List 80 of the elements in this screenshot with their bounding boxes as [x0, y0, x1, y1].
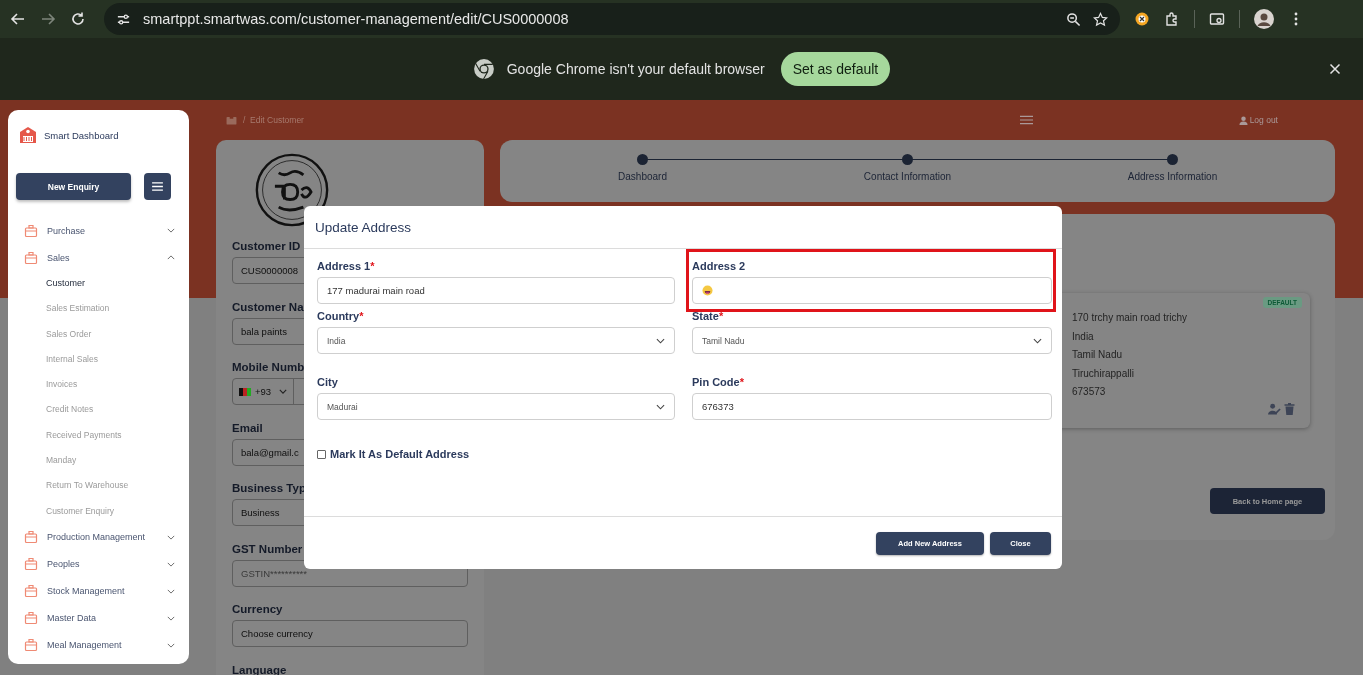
step-dot: [902, 154, 913, 165]
nav-item[interactable]: Sales: [16, 244, 181, 271]
menu-button[interactable]: [144, 173, 171, 200]
dialog-title: Update Address: [315, 219, 412, 235]
reload-icon[interactable]: [70, 11, 86, 27]
flag-icon: [239, 387, 251, 396]
trash-icon[interactable]: [1283, 403, 1296, 415]
breadcrumb: / Edit Customer: [243, 115, 304, 125]
emoji-icon: [702, 285, 713, 296]
nav-item[interactable]: Stock Management: [16, 577, 181, 605]
address-bar[interactable]: smartppt.smartwas.com/customer-management/edit/CUS0000008: [104, 3, 1120, 35]
tab-search-icon[interactable]: [1209, 11, 1225, 27]
address-line: Tamil Nadu: [1072, 348, 1124, 362]
field-label: Email: [232, 421, 263, 434]
nav-item[interactable]: Meal Management: [16, 631, 181, 659]
user-icon: [1238, 115, 1248, 125]
set-default-button[interactable]: Set as default: [780, 52, 891, 86]
field-label: GST Number: [232, 542, 303, 555]
chevron-down-icon: [656, 337, 665, 344]
input-field[interactable]: [692, 277, 1052, 304]
step-dot: [1167, 154, 1178, 165]
field-label: City: [317, 376, 339, 388]
extension-icon[interactable]: [1134, 11, 1150, 27]
box-icon: [24, 530, 38, 545]
menu-icon: [152, 182, 163, 191]
input-field[interactable]: 177 madurai main road: [317, 277, 675, 304]
select-field[interactable]: India: [317, 327, 675, 354]
field-label: Mobile Numb: [232, 361, 305, 373]
box-icon: [24, 611, 38, 626]
brand-name: Smart Dashboard: [44, 129, 119, 141]
chevron-down-icon: [656, 403, 665, 410]
checkbox[interactable]: [317, 449, 326, 459]
close-icon[interactable]: [1329, 63, 1341, 75]
field-label: Customer Na: [232, 300, 304, 313]
star-icon[interactable]: [1093, 11, 1108, 27]
step-label: Contact Information: [863, 171, 952, 182]
step-label: Dashboard: [618, 171, 667, 182]
input-field[interactable]: Choose currency: [232, 620, 468, 647]
nav-item[interactable]: Master Data: [16, 604, 181, 632]
nav-item[interactable]: Production Management: [16, 523, 181, 551]
puzzle-icon[interactable]: [1164, 11, 1180, 27]
nav-item[interactable]: Peoples: [16, 550, 181, 578]
chevron-down-icon: [279, 389, 288, 394]
address-line: Tiruchirappalli: [1072, 366, 1135, 381]
field-label: Language: [232, 663, 287, 675]
field-label: Country*: [317, 310, 365, 322]
nav-item[interactable]: Purchase: [16, 217, 181, 244]
field-label: Pin Code*: [692, 376, 745, 388]
menu-icon[interactable]: [1019, 115, 1033, 125]
box-icon: [24, 557, 38, 572]
select-field[interactable]: Tamil Nadu: [692, 327, 1052, 354]
zoom-icon[interactable]: [1066, 11, 1081, 27]
select-field[interactable]: Madurai: [317, 393, 675, 420]
back-icon[interactable]: [10, 11, 26, 27]
infobar-message: Google Chrome isn't your default browser: [506, 61, 765, 77]
address-line: India: [1072, 329, 1095, 344]
forward-icon[interactable]: [40, 11, 56, 27]
edit-user-icon[interactable]: [1268, 403, 1281, 415]
store-icon: [18, 125, 38, 145]
default-address-checkbox[interactable]: Mark It As Default Address: [317, 448, 470, 460]
step-label: Address Information: [1127, 171, 1218, 182]
address-line: 170 trchy main road trichy: [1072, 311, 1189, 325]
avatar-icon[interactable]: [1254, 9, 1274, 29]
field-label: Address 2: [692, 260, 747, 272]
nav-subitem[interactable]: Customer: [16, 271, 181, 297]
field-label: Currency: [232, 603, 283, 615]
new-enquiry-button[interactable]: New Enquiry: [16, 173, 131, 200]
chevron-down-icon: [1033, 337, 1042, 344]
box-icon: [24, 250, 38, 265]
box-icon: [24, 223, 38, 238]
box-icon: [24, 584, 38, 599]
field-label: Address 1*: [317, 260, 376, 272]
input-field[interactable]: 676373: [692, 393, 1052, 420]
browser-logo-icon: [472, 58, 495, 80]
country-code-select[interactable]: +93: [233, 379, 295, 404]
address-line: 673573: [1072, 385, 1107, 399]
step-dot: [637, 154, 648, 165]
box-icon: [24, 638, 38, 653]
field-label: Customer ID: [232, 240, 301, 252]
field-label: State*: [692, 310, 725, 322]
